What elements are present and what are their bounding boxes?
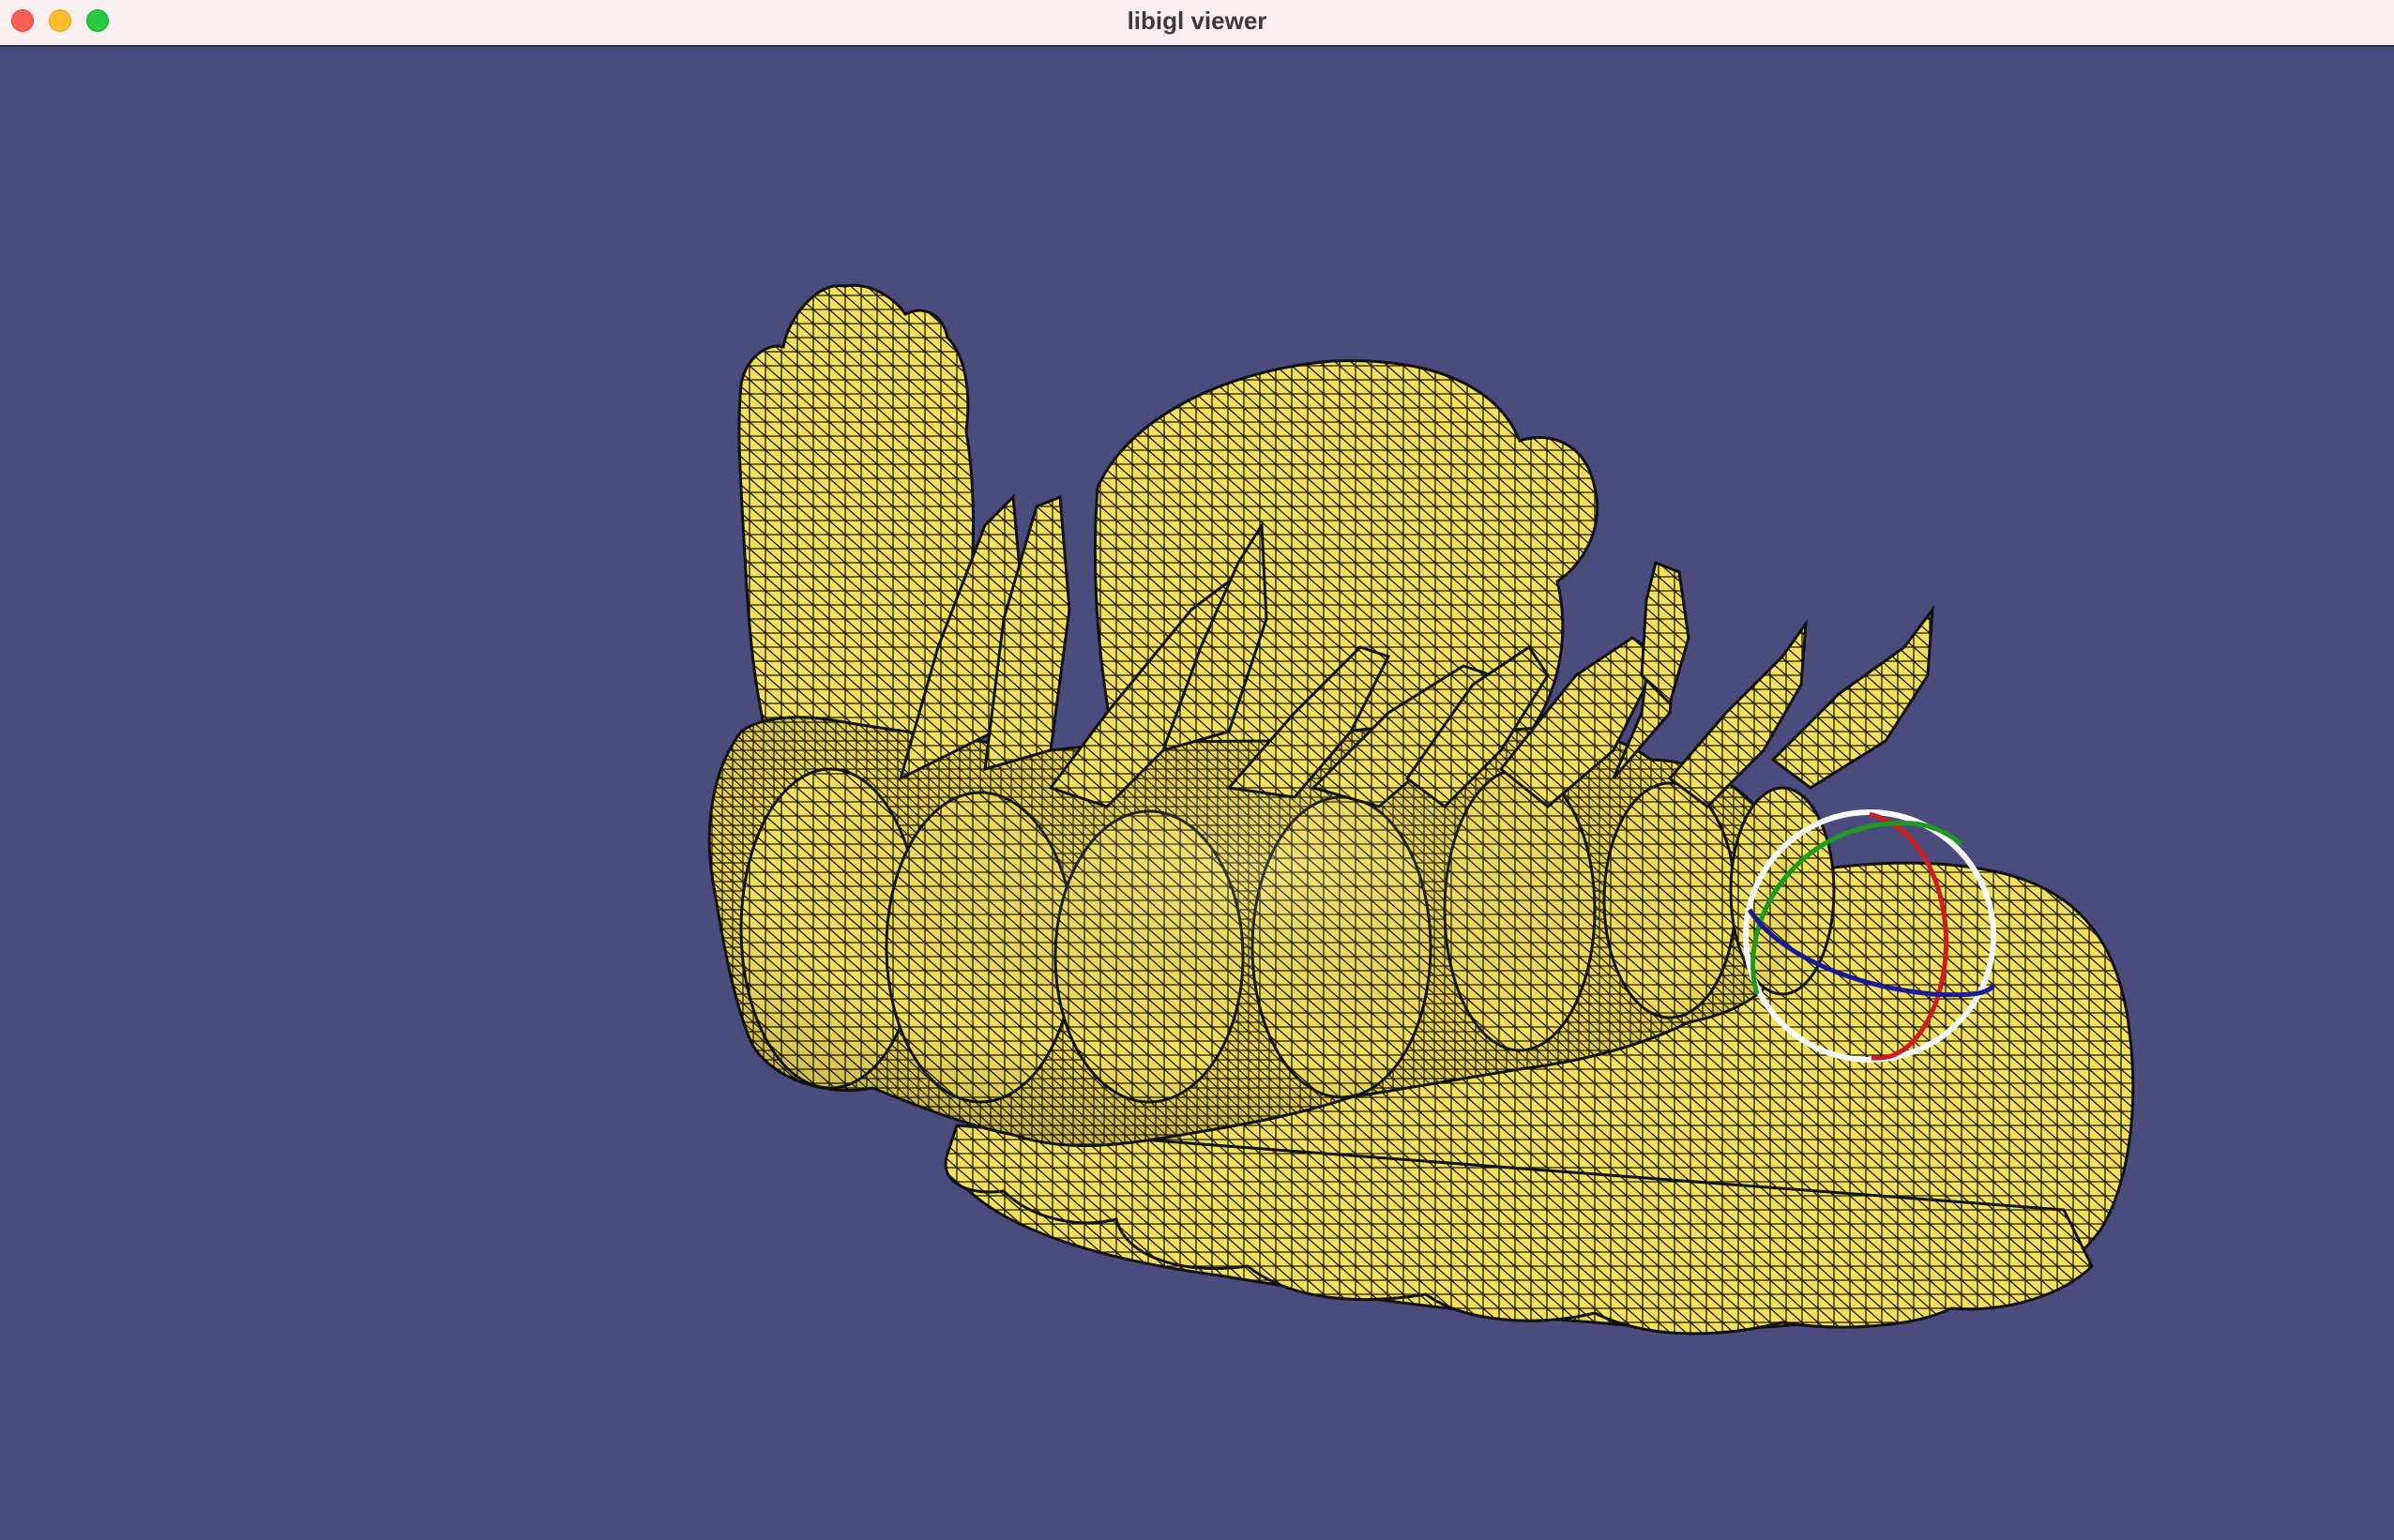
3d-viewport[interactable]: [0, 47, 2394, 1540]
app-window: libigl viewer: [0, 0, 2394, 1540]
title-bar[interactable]: libigl viewer: [0, 0, 2394, 47]
mesh-model[interactable]: [707, 283, 2135, 1336]
window-title: libigl viewer: [1127, 7, 1267, 35]
